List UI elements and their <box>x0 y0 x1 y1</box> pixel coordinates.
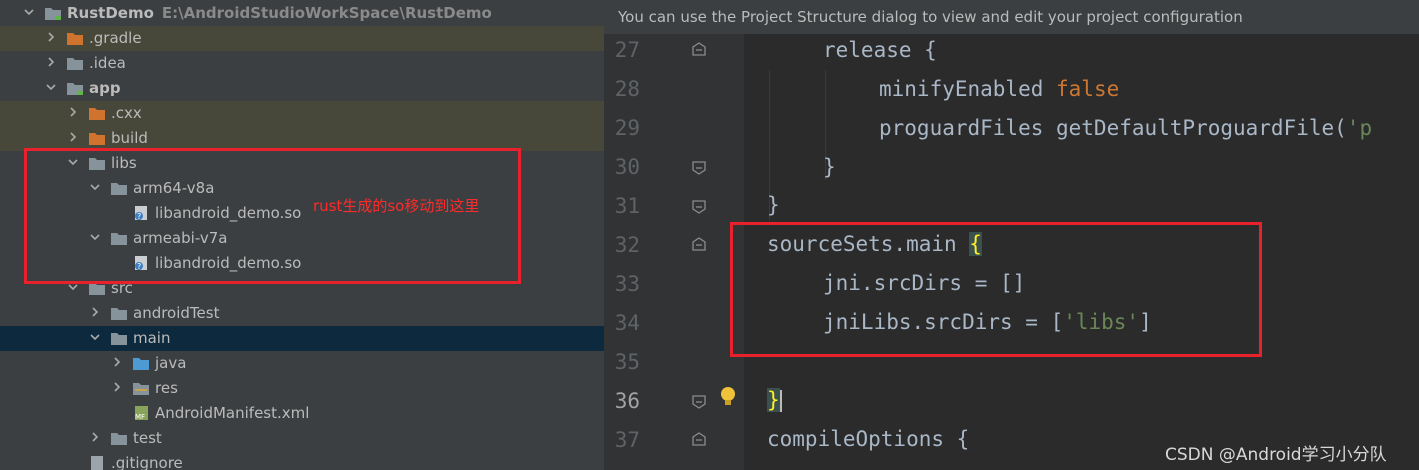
tree-item-label: app <box>89 79 121 97</box>
code-line-29[interactable]: proguardFiles getDefaultProguardFile('p <box>879 116 1372 140</box>
tree-item-text: java <box>155 354 186 372</box>
line-number: 32 <box>614 233 640 257</box>
chevron-right-icon[interactable] <box>110 380 124 394</box>
folder-excluded-icon <box>67 33 83 45</box>
info-banner-text: You can use the Project Structure dialog… <box>618 8 1243 26</box>
highlight-box-libs <box>24 148 521 284</box>
tree-item-label: androidTest <box>133 304 220 322</box>
code-line-28[interactable]: minifyEnabled false <box>879 77 1119 101</box>
tree-item[interactable]: res <box>0 376 604 401</box>
code-editor: You can use the Project Structure dialog… <box>604 0 1419 470</box>
folder-excluded-icon <box>89 133 105 145</box>
tree-item[interactable]: .idea <box>0 51 604 76</box>
line-number: 28 <box>614 77 640 101</box>
tree-item-text: RustDemo E:\AndroidStudioWorkSpace\RustDe… <box>67 4 492 22</box>
tree-item[interactable]: .cxx <box>0 101 604 126</box>
fold-marker-icon[interactable] <box>690 197 708 215</box>
module-folder-icon <box>67 83 83 95</box>
folder-excluded-icon <box>89 108 105 120</box>
tree-item[interactable]: MF AndroidManifest.xml <box>0 401 604 426</box>
tree-item[interactable]: main <box>0 326 604 351</box>
tree-item[interactable]: test <box>0 426 604 451</box>
tree-item-label: java <box>155 354 187 372</box>
tree-item-label: .idea <box>89 54 126 72</box>
folder-icon <box>67 58 83 70</box>
line-number: 36 <box>614 389 640 413</box>
tree-item-text: .gitignore <box>111 454 183 470</box>
gitignore-file-icon <box>91 456 103 470</box>
annotation-text: rust生成的so移动到这里 <box>313 197 480 215</box>
tree-item[interactable]: .gitignore <box>0 451 604 470</box>
fold-marker-icon[interactable] <box>690 431 708 449</box>
chevron-right-icon[interactable] <box>88 430 102 444</box>
line-number: 27 <box>614 38 640 62</box>
code-line-37[interactable]: compileOptions { <box>767 427 969 451</box>
tree-item-text: .cxx <box>111 104 142 122</box>
code-line-36[interactable]: } <box>767 388 782 412</box>
tree-item[interactable]: RustDemo E:\AndroidStudioWorkSpace\RustDe… <box>0 1 604 26</box>
tree-item-text: .gradle <box>89 29 142 47</box>
tree-item-text: test <box>133 429 162 447</box>
source-folder-icon <box>133 358 149 370</box>
tree-item-label: .cxx <box>111 104 142 122</box>
tree-item[interactable]: java <box>0 351 604 376</box>
fold-marker-icon[interactable] <box>690 41 708 59</box>
code-line-31[interactable]: } <box>767 193 780 217</box>
folder-icon <box>111 333 127 345</box>
chevron-right-icon[interactable] <box>66 130 80 144</box>
fold-marker-icon[interactable] <box>690 392 708 410</box>
svg-text:MF: MF <box>135 413 145 420</box>
chevron-down-icon[interactable] <box>88 330 102 344</box>
lightbulb-icon[interactable] <box>718 385 738 409</box>
tree-item-label: AndroidManifest.xml <box>155 404 310 422</box>
chevron-right-icon[interactable] <box>110 355 124 369</box>
chevron-right-icon[interactable] <box>44 30 58 44</box>
code-line-30[interactable]: } <box>823 155 836 179</box>
project-path: E:\AndroidStudioWorkSpace\RustDemo <box>161 4 492 22</box>
tree-item-label: main <box>133 329 171 347</box>
tree-item-label: build <box>111 129 148 147</box>
chevron-down-icon[interactable] <box>44 80 58 94</box>
line-number: 29 <box>614 116 640 140</box>
resources-folder-icon <box>133 383 149 395</box>
module-folder-icon <box>45 8 61 20</box>
editor-gutter: 27 28 29 30 31 32 33 34 35 36 37 <box>604 34 744 470</box>
tree-item-text: androidTest <box>133 304 219 322</box>
info-banner: You can use the Project Structure dialog… <box>604 0 1419 34</box>
tree-item-label: .gitignore <box>111 454 183 470</box>
line-number: 35 <box>614 350 640 374</box>
watermark-text: CSDN @Android学习小分队 <box>1165 445 1387 465</box>
tree-item-label: .gradle <box>89 29 142 47</box>
tree-item[interactable]: .gradle <box>0 26 604 51</box>
line-number: 30 <box>614 155 640 179</box>
fold-marker-icon[interactable] <box>690 236 708 254</box>
highlight-box-sourcesets <box>730 222 1262 357</box>
code-line-27[interactable]: release { <box>823 38 937 62</box>
chevron-right-icon[interactable] <box>44 55 58 69</box>
chevron-right-icon[interactable] <box>66 105 80 119</box>
line-number: 37 <box>614 428 640 452</box>
fold-marker-icon[interactable] <box>690 158 708 176</box>
manifest-file-icon: MF <box>135 406 148 420</box>
folder-icon <box>111 308 127 320</box>
chevron-down-icon[interactable] <box>22 5 36 19</box>
tree-item-text: AndroidManifest.xml <box>155 404 309 422</box>
tree-item-label: test <box>133 429 162 447</box>
line-number: 33 <box>614 272 640 296</box>
watermark: CSDN @Android学习小分队 <box>1165 440 1387 465</box>
tree-item[interactable]: androidTest <box>0 301 604 326</box>
line-number: 34 <box>614 311 640 335</box>
chevron-right-icon[interactable] <box>88 305 102 319</box>
tree-item-text: .idea <box>89 54 126 72</box>
tree-item-text: main <box>133 329 170 347</box>
tree-item-label: RustDemo <box>67 4 154 22</box>
tree-item-label: res <box>155 379 178 397</box>
tree-item-text: res <box>155 379 178 397</box>
tree-item[interactable]: app <box>0 76 604 101</box>
tree-item-text: app <box>89 79 121 97</box>
tree-item-text: build <box>111 129 148 147</box>
folder-icon <box>111 433 127 445</box>
line-number: 31 <box>614 194 640 218</box>
